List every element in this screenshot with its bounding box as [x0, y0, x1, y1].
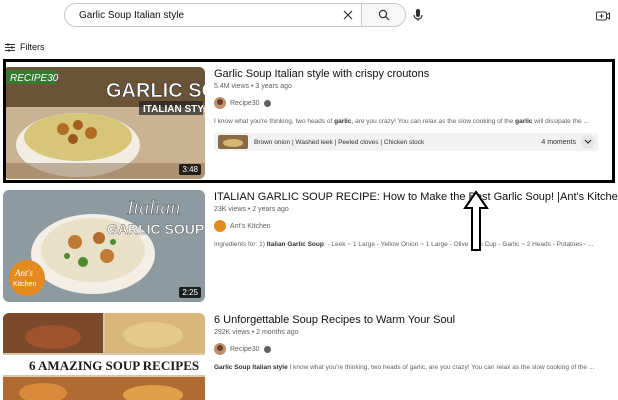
channel-name: Ant's Kitchen: [230, 222, 271, 230]
up-arrow-annotation: [463, 190, 489, 251]
mic-icon[interactable]: [410, 7, 426, 23]
thumb-logo-1: Ant's: [14, 268, 33, 278]
search-input[interactable]: Garlic Soup Italian style: [65, 10, 335, 21]
verified-icon: [263, 345, 271, 353]
video-thumbnail[interactable]: Italian GARLIC SOUP Ant's Kitchen 2:25: [3, 190, 205, 302]
thumb-title-1: 6 AMAZING SOUP RECIPES: [29, 358, 199, 373]
video-meta: 23K views • 2 years ago: [214, 206, 289, 213]
filters-button[interactable]: Filters: [5, 42, 45, 52]
video-thumbnail[interactable]: 6 AMAZING SOUP RECIPES: [3, 313, 205, 400]
video-title[interactable]: 6 Unforgettable Soup Recipes to Warm You…: [214, 313, 609, 327]
video-description: Garlic Soup Italian style I know what yo…: [214, 364, 595, 371]
thumb-title-2: GARLIC SOUP: [107, 221, 204, 237]
create-icon[interactable]: [596, 9, 610, 21]
highlight-box: [3, 59, 615, 183]
search-button[interactable]: [361, 4, 405, 26]
filters-icon: [5, 43, 15, 51]
video-duration: 2:25: [179, 287, 201, 298]
video-title[interactable]: ITALIAN GARLIC SOUP RECIPE: How to Make …: [214, 190, 618, 204]
video-meta: 292K views • 2 months ago: [214, 329, 299, 336]
search-icon: [378, 9, 389, 21]
clear-icon[interactable]: [335, 4, 361, 26]
video-description: Ingredients for: 1) Italian Garlic Soup:…: [214, 241, 594, 248]
search-box[interactable]: Garlic Soup Italian style: [64, 3, 406, 27]
avatar: [214, 220, 226, 232]
avatar: [214, 343, 226, 355]
channel-name: Recipe30: [230, 345, 260, 353]
thumb-logo-2: Kitchen: [13, 281, 36, 288]
filters-label: Filters: [20, 42, 45, 52]
thumb-title-1: Italian: [126, 197, 180, 219]
channel-link[interactable]: Ant's Kitchen: [214, 220, 609, 232]
channel-link[interactable]: Recipe30: [214, 343, 609, 355]
